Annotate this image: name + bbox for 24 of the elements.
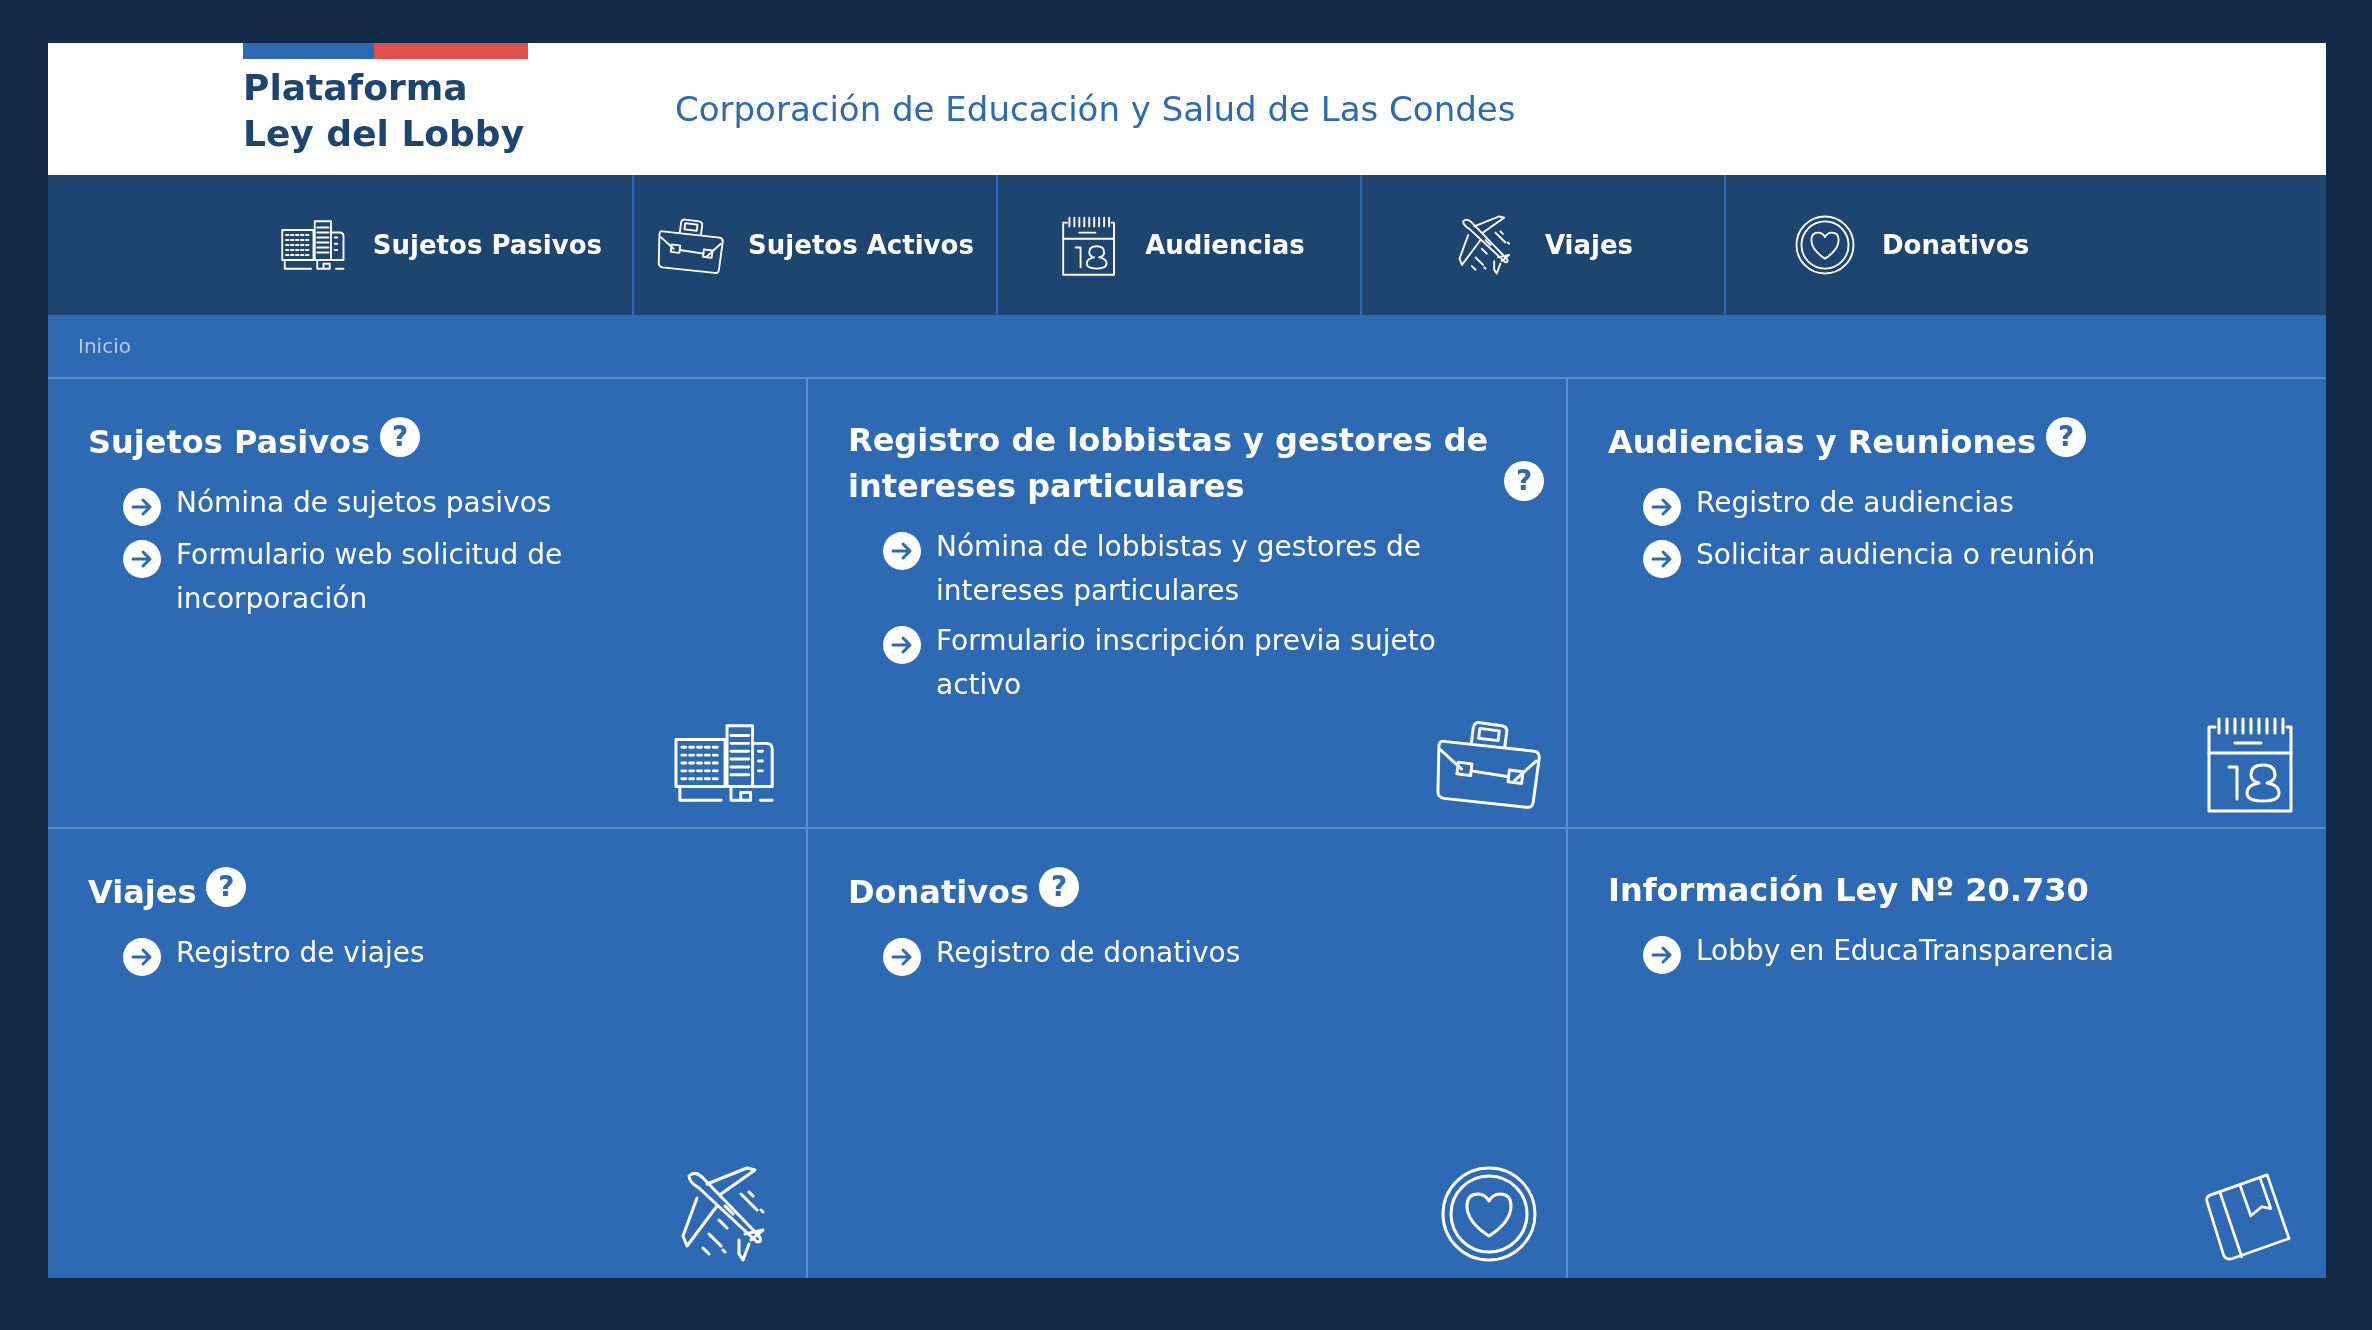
card-title: Sujetos Pasivos — [88, 422, 371, 463]
help-icon[interactable]: ? — [380, 417, 421, 457]
breadcrumb-link[interactable]: Inicio — [78, 334, 131, 358]
platform-title-link[interactable]: Plataforma Ley del Lobby — [243, 65, 525, 157]
card-link[interactable]: Lobby en EducaTransparencia — [1696, 929, 2115, 973]
card-link[interactable]: Formulario web solicitud de incorporación — [176, 533, 736, 621]
card-link[interactable]: Solicitar audiencia o reunión — [1696, 533, 2096, 577]
card-link[interactable]: Registro de donativos — [936, 931, 1241, 975]
card-title: Audiencias y Reuniones — [1608, 422, 2036, 463]
card-title: Información Ley Nº 20.730 — [1608, 870, 2089, 911]
card-link[interactable]: Formulario inscripción previa sujeto activo — [936, 619, 1496, 707]
help-icon[interactable]: ? — [1039, 867, 1080, 907]
card-title: Viajes — [88, 872, 197, 913]
help-icon[interactable]: ? — [206, 867, 247, 907]
card-link[interactable]: Nómina de lobbistas y gestores de intereses particulares — [936, 525, 1496, 613]
organization-name: Corporación de Educación y Salud de Las Condes — [675, 89, 1516, 129]
card-title: Donativos — [848, 872, 1030, 913]
card-title: Registro de lobbistas y gestores de intereses particulares — [848, 420, 1490, 507]
help-icon[interactable]: ? — [2046, 417, 2086, 457]
card-link[interactable]: Registro de viajes — [176, 931, 425, 975]
nav-item[interactable]: Donativos — [1726, 175, 2326, 315]
card-link[interactable]: Registro de audiencias — [1696, 481, 2014, 525]
help-icon[interactable]: ? — [1504, 461, 1544, 501]
card-link[interactable]: Nómina de sujetos pasivos — [176, 481, 552, 525]
